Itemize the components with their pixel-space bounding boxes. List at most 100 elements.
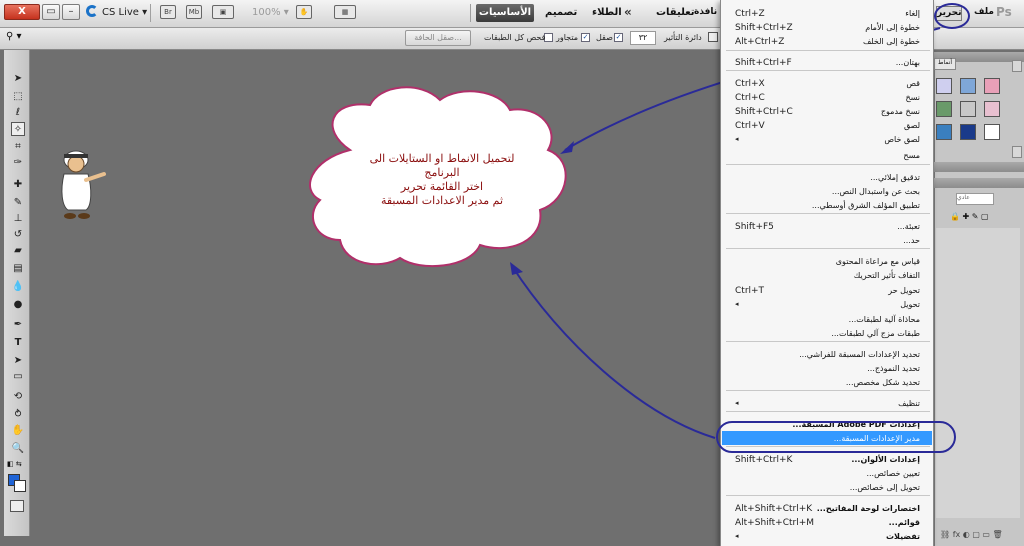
menu-item-label: التفاف تأثير التحريك xyxy=(853,271,920,280)
annotation-line: لتحميل الانماط او الستايلات الى xyxy=(369,152,515,165)
style-swatch[interactable] xyxy=(960,101,976,117)
style-swatch[interactable] xyxy=(936,124,952,140)
submenu-arrow-icon: ◂ xyxy=(735,135,739,143)
menu-item-label: خطوة إلى الأمام xyxy=(865,23,920,32)
panel-header xyxy=(934,162,1024,172)
menu-shortcut: Ctrl+V xyxy=(735,121,765,131)
annotation-line: ثم مدير الاعدادات المسبقة xyxy=(380,194,504,207)
style-swatch[interactable] xyxy=(960,124,976,140)
menu-item[interactable]: ◂ تفضيلات xyxy=(720,530,934,544)
menu-item[interactable]: حد... xyxy=(720,234,934,248)
blend-mode-select[interactable]: عادي xyxy=(956,193,994,205)
menu-item[interactable]: تحويل إلى خصائص... xyxy=(720,481,934,495)
no-style-swatch[interactable] xyxy=(984,124,1000,140)
style-swatch[interactable] xyxy=(936,101,952,117)
menu-item-label: قص xyxy=(906,79,920,88)
menu-item-label: لصق خاص xyxy=(884,135,920,144)
menu-item-label: تطبيق المؤلف الشرق أوسطي... xyxy=(811,201,920,210)
edit-menu-items: Ctrl+Z إلغاء Shift+Ctrl+Z خطوة إلى الأمام Al… xyxy=(720,0,934,546)
menu-separator xyxy=(726,390,930,391)
menu-item-label: طبقات مزج آلي لطبقات... xyxy=(831,329,920,338)
menu-shortcut: Shift+Ctrl+C xyxy=(735,107,793,117)
menu-shortcut: Ctrl+X xyxy=(735,79,765,89)
menu-item-label: تحويل حر xyxy=(888,286,920,295)
menu-item[interactable]: مسح xyxy=(720,149,934,163)
menu-item[interactable]: محاذاة آلية لطبقات... xyxy=(720,313,934,327)
menu-file[interactable]: ملف xyxy=(974,7,994,17)
menu-item-label: لصق xyxy=(903,121,920,130)
annotation-line: البرنامج xyxy=(424,166,460,179)
annotation-line: اختر القائمة تحرير xyxy=(400,180,484,193)
style-swatch[interactable] xyxy=(984,78,1000,94)
annotation-circle xyxy=(934,3,970,29)
layers-footer-icons[interactable]: ⛓ fx ◐ ▢ ▭ 🗑 xyxy=(940,530,1020,542)
submenu-arrow-icon: ◂ xyxy=(735,532,739,540)
menu-item[interactable]: Ctrl+X قص xyxy=(720,77,934,91)
menu-item-label: بحث عن واستبدال النص... xyxy=(831,187,920,196)
menu-item[interactable]: تعيين خصائص... xyxy=(720,467,934,481)
menu-shortcut: Ctrl+C xyxy=(735,93,765,103)
menu-item[interactable]: Shift+F5 تعبئة... xyxy=(720,220,934,234)
menu-separator xyxy=(726,70,930,71)
menu-item-label: تحديد النموذج... xyxy=(867,364,920,373)
menu-item[interactable]: Shift+Ctrl+C نسخ مدموج xyxy=(720,105,934,119)
style-swatch[interactable] xyxy=(960,78,976,94)
menu-item-label: تحديد الإعدادات المسبقة للفراشي... xyxy=(799,350,920,359)
lock-icons[interactable]: 🔒 ✚ ✎ ▢ xyxy=(950,212,1020,224)
menu-item-label: محاذاة آلية لطبقات... xyxy=(848,315,920,324)
menu-item[interactable]: قياس مع مراعاة المحتوى xyxy=(720,255,934,269)
menu-item-label: اختصارات لوحة المفاتيح... xyxy=(816,504,920,513)
menu-separator xyxy=(726,341,930,342)
menu-shortcut: Shift+F5 xyxy=(735,222,774,232)
menu-item[interactable]: Shift+Ctrl+K إعدادات الألوان... xyxy=(720,453,934,467)
menu-separator xyxy=(726,248,930,249)
menu-item[interactable]: Shift+Ctrl+F بهتان... xyxy=(720,56,934,70)
menu-item[interactable]: Alt+Ctrl+Z خطوة إلى الخلف xyxy=(720,35,934,49)
submenu-arrow-icon: ◂ xyxy=(735,399,739,407)
menu-item-label: تحديد شكل مخصص... xyxy=(845,378,920,387)
menu-item[interactable]: ◂ لصق خاص xyxy=(720,133,934,147)
menu-item[interactable]: Ctrl+C نسخ xyxy=(720,91,934,105)
menu-shortcut: Ctrl+Z xyxy=(735,9,765,19)
arrow-to-preset-item xyxy=(511,265,716,439)
menu-shortcut: Shift+Ctrl+K xyxy=(735,455,793,465)
menu-item-label: قوائم... xyxy=(888,518,920,527)
menu-item[interactable]: Shift+Ctrl+Z خطوة إلى الأمام xyxy=(720,21,934,35)
menu-item-label: تحويل xyxy=(900,300,920,309)
menu-item[interactable]: Alt+Shift+Ctrl+M قوائم... xyxy=(720,516,934,530)
style-swatch[interactable] xyxy=(984,101,1000,117)
menu-separator xyxy=(726,164,930,165)
style-swatch[interactable] xyxy=(936,78,952,94)
menu-separator xyxy=(726,411,930,412)
menu-item[interactable]: Ctrl+V لصق xyxy=(720,119,934,133)
menu-item[interactable]: تحديد النموذج... xyxy=(720,362,934,376)
menu-item[interactable]: تحديد الإعدادات المسبقة للفراشي... xyxy=(720,348,934,362)
layers-list xyxy=(936,228,1020,518)
annotation-circle xyxy=(716,421,956,453)
menu-separator xyxy=(726,50,930,51)
menu-item-label: خطوة إلى الخلف xyxy=(863,37,920,46)
menu-item[interactable]: تحديد شكل مخصص... xyxy=(720,376,934,390)
menu-item-label: تفضيلات xyxy=(885,532,920,541)
menu-item-label: قياس مع مراعاة المحتوى xyxy=(835,257,920,266)
menu-item-label: تعيين خصائص... xyxy=(866,469,920,478)
arrow-head-1 xyxy=(560,141,574,154)
menu-item[interactable]: ◂ تنظيف xyxy=(720,397,934,411)
menu-item[interactable]: طبقات مزج آلي لطبقات... xyxy=(720,327,934,341)
menu-item[interactable]: Ctrl+T تحويل حر xyxy=(720,284,934,298)
styles-panel-tab[interactable]: أنماط xyxy=(934,58,956,70)
menu-item-label: تدقيق إملائي... xyxy=(870,173,920,182)
menu-item[interactable]: بحث عن واستبدال النص... xyxy=(720,185,934,199)
menu-item[interactable]: التفاف تأثير التحريك xyxy=(720,269,934,283)
menu-separator xyxy=(726,495,930,496)
menu-item[interactable]: تدقيق إملائي... xyxy=(720,171,934,185)
menu-item[interactable]: تطبيق المؤلف الشرق أوسطي... xyxy=(720,199,934,213)
menu-item-label: تحويل إلى خصائص... xyxy=(849,483,920,492)
panel-header xyxy=(934,178,1024,188)
panel-scroll-down[interactable] xyxy=(1012,146,1022,158)
menu-item[interactable]: ◂ تحويل xyxy=(720,298,934,312)
menu-shortcut: Alt+Shift+Ctrl+K xyxy=(735,504,813,514)
menu-item[interactable]: Alt+Shift+Ctrl+K اختصارات لوحة المفاتيح..… xyxy=(720,502,934,516)
menu-item[interactable]: Ctrl+Z إلغاء xyxy=(720,7,934,21)
panel-scroll-up[interactable] xyxy=(1012,60,1022,72)
